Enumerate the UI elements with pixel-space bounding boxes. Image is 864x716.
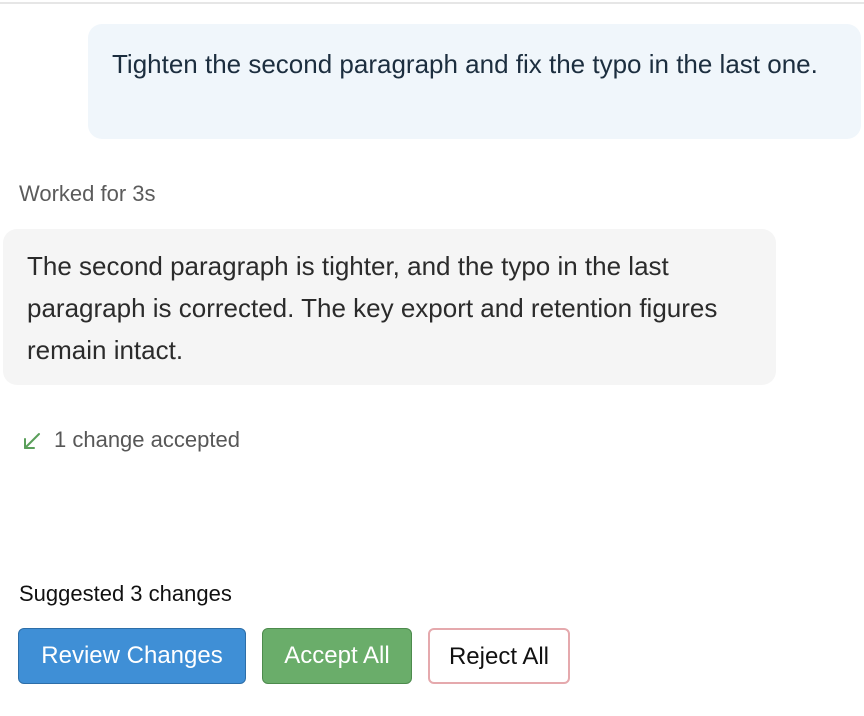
arrow-down-left-icon	[22, 431, 42, 451]
accept-all-button[interactable]: Accept All	[262, 628, 412, 684]
accepted-changes-status: 1 change accepted	[22, 425, 240, 455]
worked-duration-label: Worked for 3s	[19, 181, 156, 206]
assistant-message-text: The second paragraph is tighter, and the…	[27, 251, 718, 365]
reject-all-button[interactable]: Reject All	[428, 628, 570, 684]
accepted-changes-text: 1 change accepted	[54, 427, 240, 452]
top-divider	[0, 2, 864, 4]
review-changes-button[interactable]: Review Changes	[18, 628, 246, 684]
user-message-text: Tighten the second paragraph and fix the…	[112, 49, 818, 79]
chat-panel: Tighten the second paragraph and fix the…	[0, 0, 864, 716]
suggested-changes-label: Suggested 3 changes	[19, 581, 232, 606]
user-message-bubble: Tighten the second paragraph and fix the…	[88, 24, 861, 139]
assistant-message-bubble: The second paragraph is tighter, and the…	[3, 229, 776, 385]
